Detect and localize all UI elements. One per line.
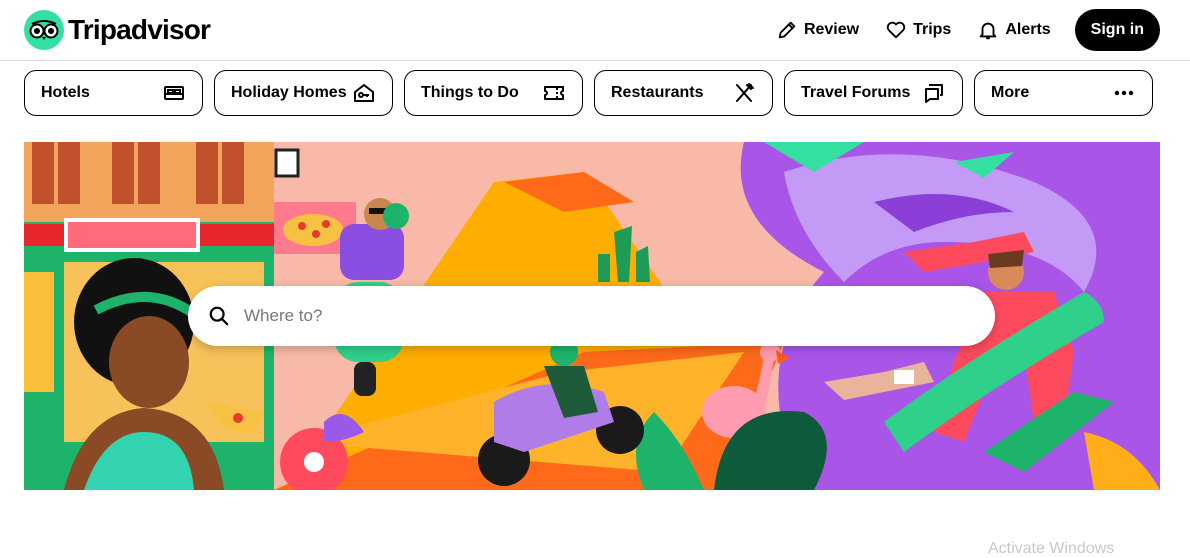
category-label: More (991, 84, 1030, 101)
more-dots-icon (1114, 90, 1134, 96)
brand-name: Tripadvisor (68, 14, 211, 45)
category-nav: Hotels Holiday Homes Things to Do Restau… (24, 70, 1160, 116)
category-holiday-homes[interactable]: Holiday Homes (214, 70, 393, 116)
hero-banner (24, 142, 1160, 490)
trips-label: Trips (913, 21, 952, 38)
header-nav: Review Trips Alerts Sign in (776, 9, 1160, 51)
pencil-icon (778, 21, 796, 39)
bed-icon (164, 86, 184, 100)
category-label: Hotels (41, 84, 90, 101)
chat-bubbles-icon (925, 84, 943, 103)
heart-icon (886, 21, 906, 39)
search-bar[interactable] (188, 286, 995, 346)
category-more[interactable]: More (974, 70, 1153, 116)
tripadvisor-logo[interactable]: Tripadvisor (24, 10, 211, 50)
house-key-icon (354, 84, 374, 102)
category-label: Travel Forums (801, 84, 911, 101)
category-label: Restaurants (611, 84, 704, 101)
category-restaurants[interactable]: Restaurants (594, 70, 773, 116)
category-hotels[interactable]: Hotels (24, 70, 203, 116)
trips-link[interactable]: Trips (885, 19, 951, 41)
search-icon (209, 306, 229, 326)
top-header: Tripadvisor Review Trips Alerts Sign in (0, 0, 1190, 61)
category-label: Things to Do (421, 84, 519, 101)
sign-in-button[interactable]: Sign in (1074, 9, 1160, 51)
search-input[interactable] (242, 305, 946, 327)
fork-knife-icon (736, 83, 754, 102)
owl-logo-icon (24, 10, 64, 50)
windows-watermark: Activate Windows (988, 540, 1115, 557)
ticket-icon (544, 86, 564, 100)
alerts-link[interactable]: Alerts (977, 19, 1051, 41)
review-label: Review (803, 21, 860, 38)
category-label: Holiday Homes (231, 84, 347, 101)
category-things-to-do[interactable]: Things to Do (404, 70, 583, 116)
alerts-label: Alerts (1005, 21, 1051, 38)
review-link[interactable]: Review (776, 19, 859, 41)
bell-icon (980, 22, 997, 40)
category-travel-forums[interactable]: Travel Forums (784, 70, 963, 116)
